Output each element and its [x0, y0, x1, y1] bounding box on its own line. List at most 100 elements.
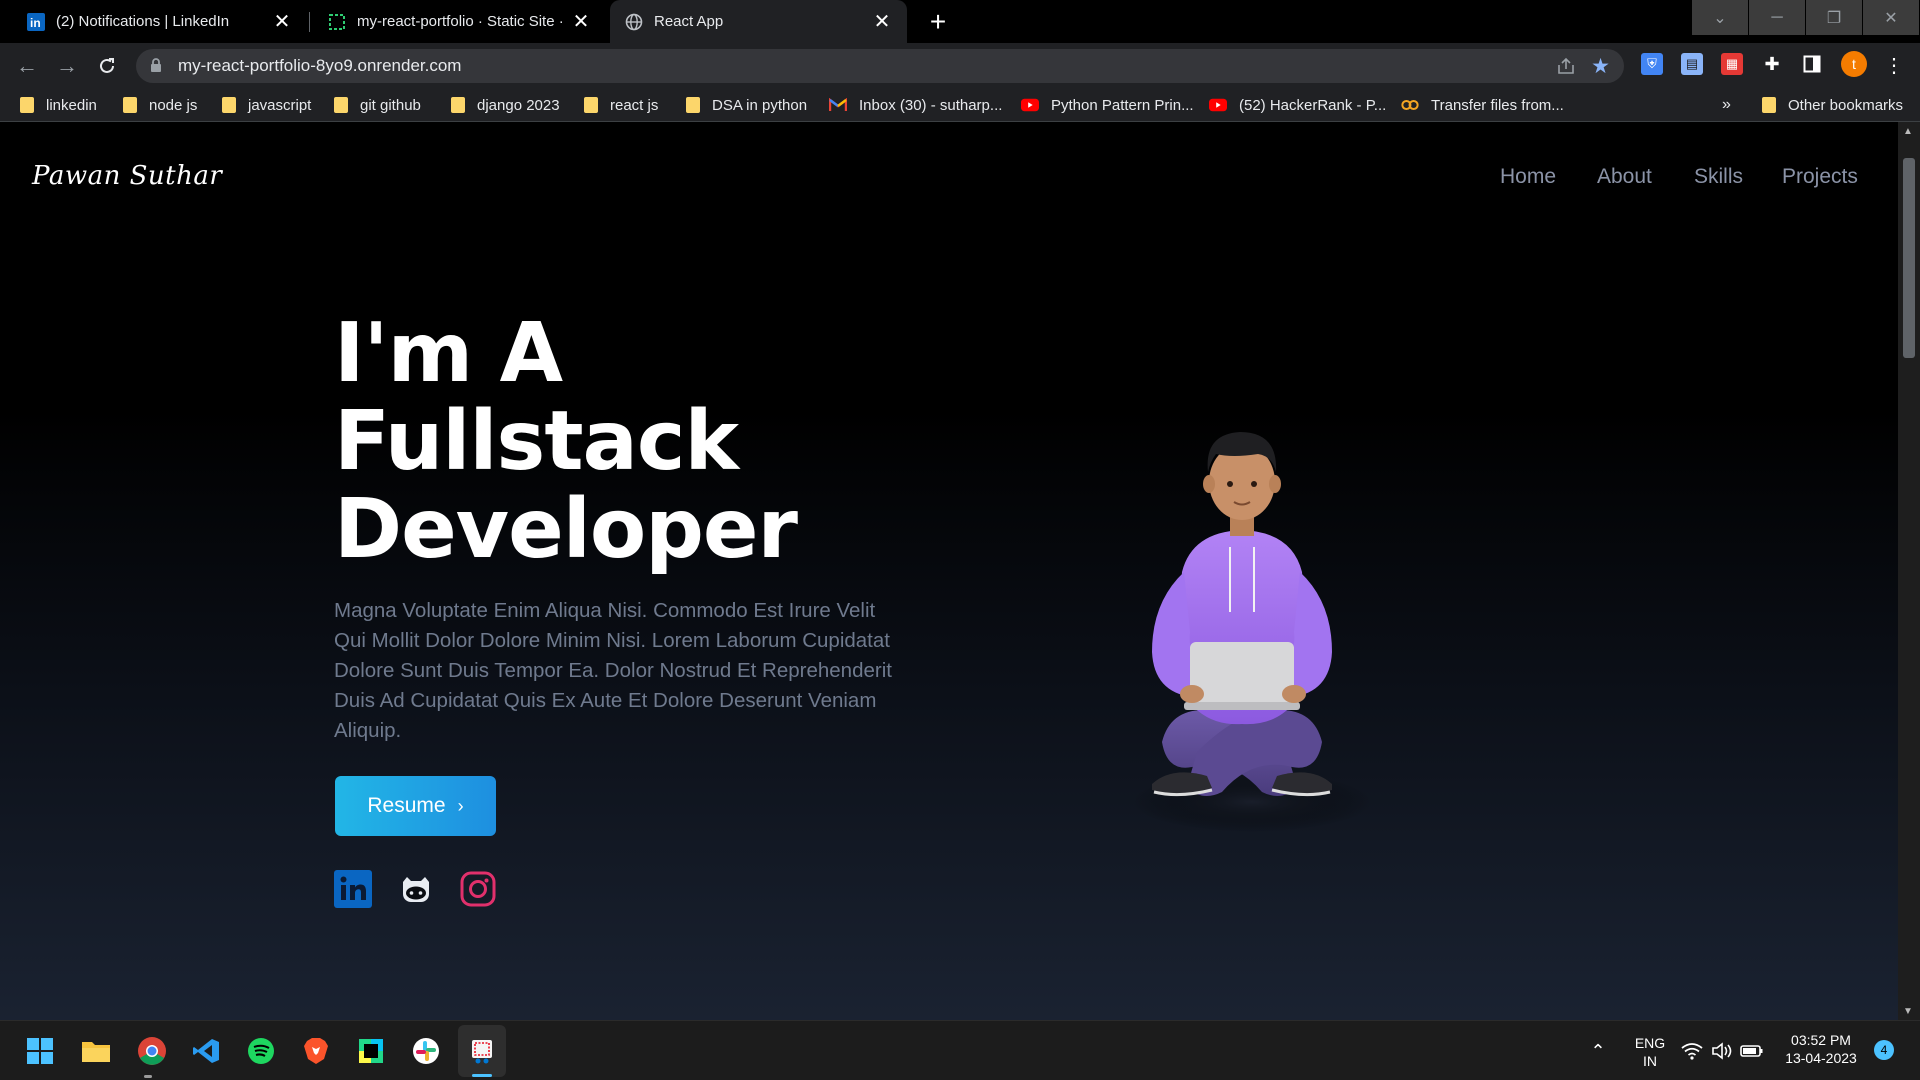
bookmark-linkedin[interactable]: linkedin [20, 94, 97, 116]
bookmark-label: django 2023 [477, 96, 560, 114]
bookmark-javascript[interactable]: javascript [222, 94, 311, 116]
gmail-icon [829, 97, 847, 113]
bookmark-dsa-python[interactable]: DSA in python [686, 94, 807, 116]
scrollbar-thumb[interactable] [1903, 158, 1915, 358]
hero-line: I'm A [334, 306, 563, 401]
minimize-icon[interactable]: ─ [1749, 0, 1805, 35]
hero-heading: I'm A Fullstack Developer [334, 306, 798, 574]
nav-skills[interactable]: Skills [1694, 165, 1743, 189]
youtube-icon [1209, 97, 1227, 113]
tray-chevron-up-icon[interactable]: ⌃ [1582, 1035, 1614, 1067]
spotify-icon[interactable] [245, 1035, 277, 1067]
bookmark-gmail[interactable]: Inbox (30) - sutharp... [829, 94, 1002, 116]
tab-title: (2) Notifications | LinkedIn [56, 13, 230, 30]
hero-line: Fullstack [334, 394, 739, 489]
battery-icon[interactable] [1736, 1035, 1768, 1067]
bookmark-django-2023[interactable]: django 2023 [451, 94, 560, 116]
resume-button[interactable]: Resume › [335, 776, 496, 836]
bookmark-label: git github [360, 96, 421, 114]
notification-badge[interactable]: 4 [1874, 1040, 1894, 1060]
bookmark-python-pattern[interactable]: Python Pattern Prin... [1021, 94, 1194, 116]
bookmark-star-icon[interactable]: ★ [1591, 54, 1610, 79]
render-icon [327, 12, 347, 32]
nav-projects[interactable]: Projects [1782, 165, 1858, 189]
tab-linkedin[interactable]: in (2) Notifications | LinkedIn ✕ [12, 0, 307, 43]
bookmark-git-github[interactable]: git github [334, 94, 421, 116]
bookmark-label: Python Pattern Prin... [1051, 96, 1194, 114]
active-indicator [472, 1074, 492, 1077]
tab-react-app[interactable]: React App ✕ [610, 0, 907, 43]
snipping-tool-icon[interactable] [466, 1035, 498, 1067]
lock-icon[interactable] [150, 58, 162, 78]
brand-logo[interactable]: Pawan Suthar [32, 161, 222, 191]
wifi-icon[interactable] [1676, 1035, 1708, 1067]
bookmarks-bar: linkedin node js javascript git github d… [0, 88, 1920, 122]
nav-about[interactable]: About [1597, 165, 1652, 189]
close-icon[interactable]: ✕ [871, 11, 893, 33]
bookmarks-overflow-icon[interactable]: » [1722, 96, 1731, 114]
bookmark-node-js[interactable]: node js [123, 94, 197, 116]
scroll-down-icon[interactable]: ▼ [1903, 1006, 1913, 1017]
url-text[interactable]: my-react-portfolio-8yo9.onrender.com [178, 56, 461, 76]
file-explorer-icon[interactable] [80, 1035, 112, 1067]
linkedin-icon[interactable] [334, 870, 372, 908]
restore-icon[interactable]: ❐ [1806, 0, 1862, 35]
folder-icon [584, 97, 598, 113]
forward-icon[interactable]: → [50, 49, 84, 83]
bookmark-hackerrank[interactable]: (52) HackerRank - P... [1209, 94, 1386, 116]
address-bar[interactable]: my-react-portfolio-8yo9.onrender.com ★ [136, 49, 1624, 83]
windows-start-icon[interactable] [24, 1035, 56, 1067]
bookmark-label: Other bookmarks [1788, 96, 1904, 114]
extension-docs-icon[interactable]: ▤ [1681, 53, 1703, 75]
extensions-puzzle-icon[interactable]: ✚ [1761, 53, 1783, 75]
back-icon[interactable]: ← [10, 49, 44, 83]
nav-home[interactable]: Home [1500, 165, 1556, 189]
bookmark-react-js[interactable]: react js [584, 94, 658, 116]
slack-icon[interactable] [410, 1035, 442, 1067]
volume-icon[interactable] [1706, 1035, 1738, 1067]
chevron-right-icon: › [457, 795, 464, 816]
bookmark-label: Transfer files from... [1431, 96, 1564, 114]
bookmark-other[interactable]: Other bookmarks [1762, 94, 1903, 116]
reload-icon[interactable] [90, 49, 124, 83]
clock-time: 03:52 PM [1791, 1032, 1851, 1048]
instagram-icon[interactable] [459, 870, 497, 908]
pycharm-icon[interactable] [355, 1035, 387, 1067]
bookmark-label: (52) HackerRank - P... [1239, 96, 1387, 114]
new-tab-button[interactable]: + [922, 6, 954, 38]
globe-icon [624, 12, 644, 32]
bookmark-label: react js [610, 96, 659, 114]
portfolio-page: Pawan Suthar Home About Skills Projects … [0, 122, 1898, 1020]
linkedin-icon: in [26, 12, 46, 32]
close-icon[interactable]: ✕ [570, 11, 592, 33]
resume-label: Resume [367, 794, 446, 817]
extension-shield-icon[interactable]: ⛨ [1641, 53, 1663, 75]
clock[interactable]: 03:52 PM 13-04-2023 [1776, 1031, 1866, 1067]
chrome-icon[interactable] [136, 1035, 168, 1067]
tab-render[interactable]: my-react-portfolio · Static Site · ✕ [313, 0, 606, 43]
transfer-icon [1401, 97, 1419, 113]
vscode-icon[interactable] [190, 1035, 222, 1067]
folder-icon [123, 97, 137, 113]
youtube-icon [1021, 97, 1039, 113]
close-icon[interactable]: ✕ [271, 11, 293, 33]
language-indicator[interactable]: ENG IN [1630, 1034, 1670, 1070]
close-window-icon[interactable]: ✕ [1863, 0, 1919, 35]
menu-icon[interactable]: ⋮ [1884, 51, 1904, 79]
page-scrollbar[interactable]: ▲ ▼ [1898, 122, 1920, 1020]
bookmark-label: node js [149, 96, 198, 114]
github-icon[interactable] [397, 870, 435, 908]
brave-icon[interactable] [300, 1035, 332, 1067]
bookmark-transfer-files[interactable]: Transfer files from... [1401, 94, 1564, 116]
extension-red-icon[interactable]: ▦ [1721, 53, 1743, 75]
language-code: ENG [1634, 1035, 1666, 1051]
tab-title: React App [654, 13, 724, 30]
folder-icon [334, 97, 348, 113]
svg-text:in: in [30, 16, 41, 30]
scroll-up-icon[interactable]: ▲ [1903, 126, 1913, 137]
bookmark-label: linkedin [46, 96, 97, 114]
tab-search-icon[interactable]: ⌄ [1692, 0, 1748, 35]
profile-avatar[interactable]: t [1841, 51, 1867, 77]
share-icon[interactable] [1556, 56, 1576, 81]
side-panel-icon[interactable] [1801, 53, 1823, 75]
